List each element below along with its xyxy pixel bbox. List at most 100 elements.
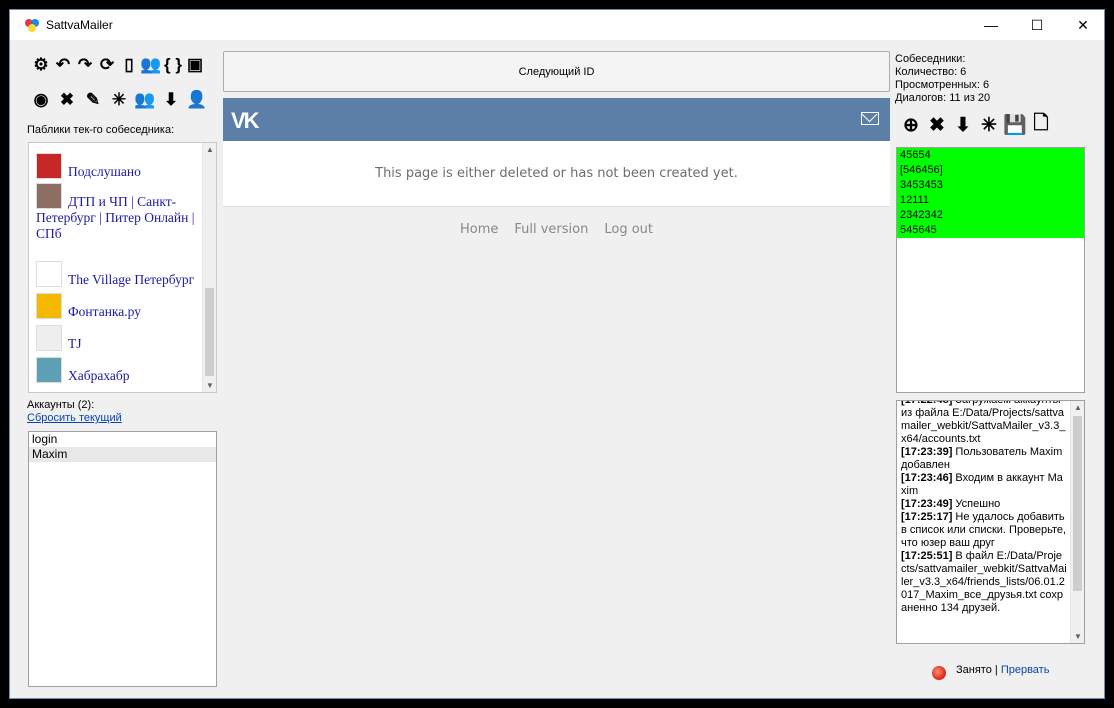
- id-item[interactable]: 12111: [897, 193, 1084, 208]
- log-entry: [17:22:48] Загружаем аккаунты из файла E…: [901, 400, 1067, 446]
- scroll-up-icon[interactable]: ▲: [206, 145, 214, 154]
- close-button[interactable]: ✕: [1060, 10, 1106, 40]
- log-entry: [17:25:17] Не удалось добавить в список …: [901, 511, 1067, 550]
- group-item[interactable]: TJ: [29, 325, 199, 352]
- group-item[interactable]: Подслушано: [29, 153, 199, 180]
- stats-title: Собеседники:: [895, 53, 966, 65]
- log-text: Успешно: [952, 498, 1001, 510]
- spinner-icon[interactable]: ✳: [978, 114, 1000, 136]
- log-text: Загружаем аккаунты из файла E:/Data/Proj…: [901, 400, 1066, 445]
- busy-status: Занято | Прервать: [932, 660, 1049, 680]
- file-icon[interactable]: 🗋: [1030, 113, 1052, 136]
- log-time: [17:22:48]: [901, 400, 953, 406]
- group-avatar: [36, 357, 62, 383]
- log-entry: [17:23:49] Успешно: [901, 498, 1067, 511]
- delete-icon[interactable]: ✖: [56, 89, 78, 111]
- title-bar: SattvaMailer — ☐ ✕: [10, 10, 1104, 40]
- scrollbar-thumb[interactable]: [205, 288, 214, 376]
- accounts-label: Аккаунты (2):: [27, 399, 95, 411]
- id-item[interactable]: 45654: [897, 148, 1084, 163]
- full-version-link[interactable]: Full version: [514, 222, 588, 237]
- group-avatar: [36, 325, 62, 351]
- group-item[interactable]: Хабрахабр: [29, 357, 199, 384]
- page-message: This page is either deleted or has not b…: [223, 141, 890, 207]
- add-icon[interactable]: ⊕: [900, 114, 922, 136]
- download-icon[interactable]: ⬇: [160, 89, 182, 111]
- log-time: [17:23:46]: [901, 472, 953, 484]
- ids-highlighted: 45654 [546456] 3453453 12111 2342342 545645: [897, 148, 1084, 238]
- download-icon[interactable]: ⬇: [952, 114, 974, 136]
- web-view: VK This page is either deleted or has no…: [223, 98, 890, 688]
- account-item-selected[interactable]: Maxim: [29, 447, 216, 462]
- group-avatar: [36, 261, 62, 287]
- log-entry: [17:25:51] В файл E:/Data/Projects/sattv…: [901, 550, 1067, 615]
- user-icon[interactable]: ◉: [30, 89, 52, 111]
- log-time: [17:23:39]: [901, 446, 953, 458]
- stats-dialogs: Диалогов: 11 из 20: [895, 92, 991, 104]
- phone-icon[interactable]: ▯: [118, 54, 140, 76]
- stats-viewed: Просмотренных: 6: [895, 79, 990, 91]
- app-logo-icon: [25, 19, 39, 32]
- redo-icon[interactable]: ↷: [74, 54, 96, 76]
- refresh-icon[interactable]: ⟳: [96, 54, 118, 76]
- delete-icon[interactable]: ✖: [926, 114, 948, 136]
- account-item[interactable]: login: [29, 432, 216, 447]
- vk-logo-icon[interactable]: VK: [231, 108, 260, 134]
- accounts-list[interactable]: login Maxim: [28, 431, 217, 687]
- id-item[interactable]: 2342342: [897, 208, 1084, 223]
- id-item[interactable]: 545645: [897, 223, 1084, 238]
- next-id-button[interactable]: Следующий ID: [223, 51, 890, 92]
- status-indicator-icon: [932, 666, 946, 680]
- reset-current-link[interactable]: Сбросить текущий: [27, 412, 122, 424]
- minimize-button[interactable]: —: [968, 10, 1014, 40]
- braces-icon[interactable]: { }: [162, 54, 184, 76]
- stats-count: Количество: 6: [895, 66, 967, 78]
- log-panel[interactable]: [17:22:48] Загружаем аккаунты из файла E…: [896, 400, 1085, 644]
- edit-icon[interactable]: ✎: [82, 89, 104, 111]
- abort-link[interactable]: Прервать: [1001, 664, 1050, 676]
- group-item[interactable]: The Village Петербург: [29, 261, 199, 288]
- groups-scrollbar[interactable]: ▲ ▼: [202, 143, 216, 392]
- undo-icon[interactable]: ↶: [52, 54, 74, 76]
- gear-icon[interactable]: ⚙: [30, 54, 52, 76]
- error-message: This page is either deleted or has not b…: [375, 166, 738, 181]
- log-scrollbar[interactable]: ▲ ▼: [1070, 401, 1084, 643]
- group-avatar: [36, 293, 62, 319]
- scroll-down-icon[interactable]: ▼: [206, 381, 214, 390]
- scroll-down-icon[interactable]: ▼: [1074, 632, 1082, 641]
- mail-icon[interactable]: [861, 112, 879, 125]
- user-group-icon[interactable]: 👥: [134, 89, 156, 111]
- log-time: [17:25:17]: [901, 511, 953, 523]
- interlocutors-stats: Собеседники: Количество: 6 Просмотренных…: [895, 53, 990, 105]
- left-toolbar-top: ⚙ ↶ ↷ ⟳ ▯ 👥{ } ▣: [30, 54, 206, 76]
- image-icon[interactable]: ▣: [184, 54, 206, 76]
- log-entry: [17:23:46] Входим в аккаунт Maxim: [901, 472, 1067, 498]
- log-time: [17:23:49]: [901, 498, 953, 510]
- groups-list-box[interactable]: Подслушано ДТП и ЧП | Санкт-Петербург | П…: [28, 142, 217, 393]
- left-toolbar-bottom: ◉ ✖ ✎ ✳ 👥 ⬇ 👤: [30, 89, 212, 111]
- save-icon[interactable]: 💾: [1003, 114, 1027, 136]
- vk-footer: Home Full version Log out: [223, 222, 890, 237]
- group-item[interactable]: ДТП и ЧП | Санкт-Петербург | Питер Онлай…: [29, 183, 199, 242]
- maximize-button[interactable]: ☐: [1014, 10, 1060, 40]
- group-avatar: [36, 153, 62, 179]
- ids-list[interactable]: 45654 [546456] 3453453 12111 2342342 545645: [896, 147, 1085, 393]
- status-separator: |: [991, 664, 1001, 676]
- spinner-icon[interactable]: ✳: [108, 89, 130, 111]
- app-window: SattvaMailer — ☐ ✕ ⚙ ↶ ↷ ⟳ ▯ 👥{ } ▣ ◉ ✖ ✎ ✳ 👥 ⬇ 👤 Па…: [9, 9, 1105, 699]
- scroll-up-icon[interactable]: ▲: [1074, 403, 1082, 412]
- log-entry: [17:23:39] Пользователь Maxim добавлен: [901, 446, 1067, 472]
- log-time: [17:25:51]: [901, 550, 953, 562]
- scrollbar-thumb[interactable]: [1073, 416, 1082, 591]
- home-link[interactable]: Home: [460, 222, 498, 237]
- users-icon[interactable]: 👥: [140, 54, 162, 76]
- id-item[interactable]: 3453453: [897, 178, 1084, 193]
- id-item[interactable]: [546456]: [897, 163, 1084, 178]
- groups-label: Паблики тек-го собеседника:: [27, 124, 175, 136]
- window-title: SattvaMailer: [46, 18, 113, 32]
- group-avatar: [36, 183, 62, 209]
- user-settings-icon[interactable]: 👤: [186, 89, 208, 111]
- log-content: [17:22:48] Загружаем аккаунты из файла E…: [901, 400, 1067, 615]
- logout-link[interactable]: Log out: [604, 222, 653, 237]
- group-item[interactable]: Фонтанка.ру: [29, 293, 199, 320]
